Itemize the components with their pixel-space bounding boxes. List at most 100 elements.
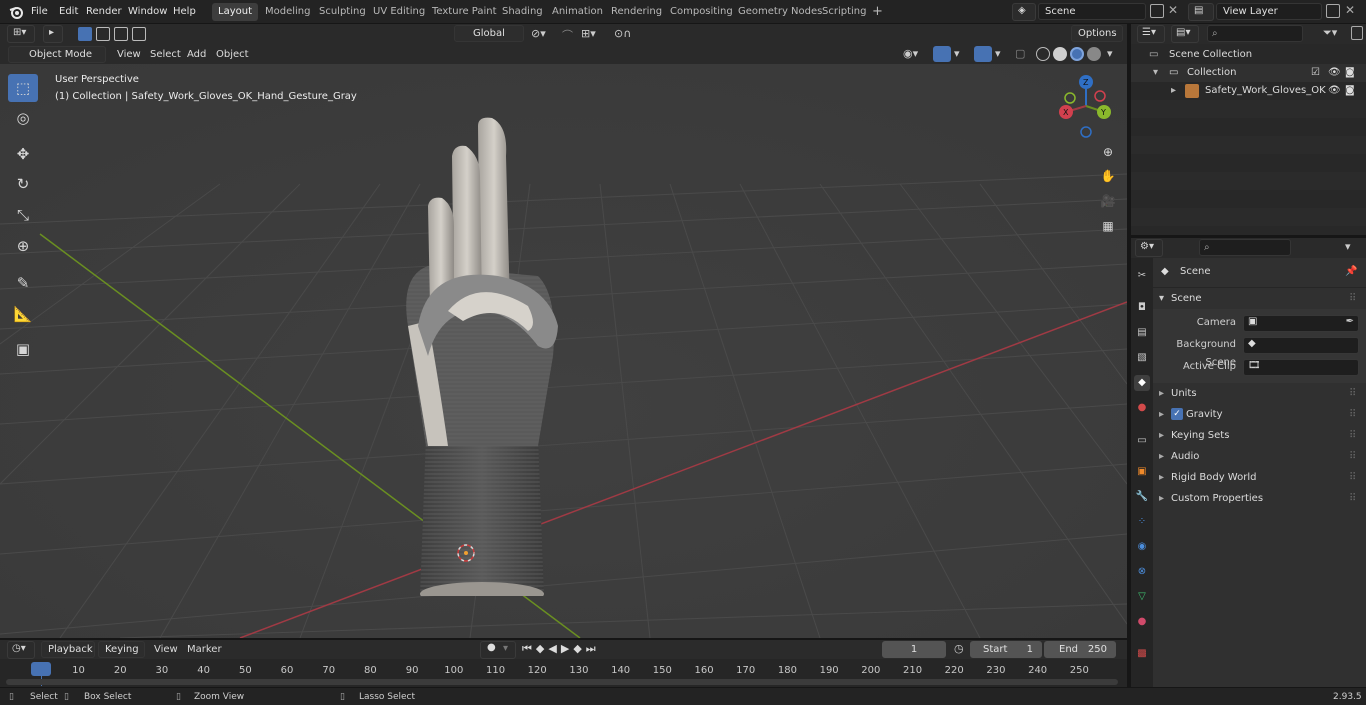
display-mode-icon[interactable]: ▤▾ bbox=[1171, 25, 1199, 43]
playback-menu[interactable]: Playback bbox=[41, 641, 95, 658]
texture-tab-icon[interactable]: ▩ bbox=[1134, 646, 1150, 662]
outliner-collection[interactable]: ▾ ▭ Collection ☑ 👁 ◙ bbox=[1131, 64, 1366, 82]
outliner-object[interactable]: ▸ Safety_Work_Gloves_OK 👁 ◙ bbox=[1131, 82, 1366, 100]
view-layer-name-field[interactable]: View Layer bbox=[1216, 3, 1322, 20]
shading-dropdown-icon[interactable]: ▾ bbox=[1107, 47, 1113, 60]
timeline-scrollbar[interactable] bbox=[6, 679, 1118, 685]
navigation-gizmo[interactable]: Z Y X bbox=[1056, 72, 1116, 142]
view-layer-tab-icon[interactable]: ▧ bbox=[1134, 350, 1150, 366]
tab-scripting[interactable]: Scripting bbox=[816, 3, 872, 21]
delete-scene-icon[interactable]: ✕ bbox=[1168, 3, 1178, 17]
playhead-marker[interactable] bbox=[31, 662, 51, 676]
tab-texture-paint[interactable]: Texture Paint bbox=[426, 3, 503, 21]
transform-tool-icon[interactable]: ⊕ bbox=[8, 232, 38, 260]
pin-icon[interactable]: 📌 bbox=[1345, 263, 1357, 281]
new-scene-icon[interactable] bbox=[1150, 4, 1164, 18]
transform-orientation-dropdown[interactable]: Global bbox=[454, 25, 524, 42]
snap-target-icon[interactable]: ⊞▾ bbox=[581, 27, 596, 40]
active-clip-field[interactable]: 🎞 bbox=[1243, 359, 1359, 376]
move-tool-icon[interactable]: ✥ bbox=[8, 140, 38, 168]
modifier-tab-icon[interactable]: 🔧 bbox=[1134, 489, 1150, 505]
tab-compositing[interactable]: Compositing bbox=[664, 3, 739, 21]
auto-keying-icon[interactable]: ● ▾ bbox=[480, 641, 516, 659]
filter-icon[interactable]: ⏷▾ bbox=[1323, 26, 1337, 40]
snap-icon[interactable]: ⌒ bbox=[562, 27, 573, 43]
rigid-body-world-panel[interactable]: ▸ Rigid Body World ⠿ bbox=[1153, 469, 1366, 487]
eyedropper-icon[interactable]: ✒ bbox=[1346, 316, 1354, 327]
keying-menu[interactable]: Keying bbox=[98, 641, 145, 658]
tab-shading[interactable]: Shading bbox=[496, 3, 549, 21]
properties-options-icon[interactable]: ▾ bbox=[1345, 240, 1351, 253]
3d-cursor-icon[interactable] bbox=[455, 542, 477, 564]
outliner-scene-collection[interactable]: ▭ Scene Collection bbox=[1131, 46, 1366, 64]
tool-tab-icon[interactable]: ✂ bbox=[1134, 268, 1150, 284]
cursor-tool-icon[interactable]: ◎ bbox=[8, 104, 38, 132]
background-scene-field[interactable]: ◆ bbox=[1243, 337, 1359, 354]
constraints-tab-icon[interactable]: ⊗ bbox=[1134, 564, 1150, 580]
view-menu[interactable]: View bbox=[117, 47, 141, 62]
add-workspace-icon[interactable]: + bbox=[866, 3, 889, 21]
options-dropdown[interactable]: Options bbox=[1071, 25, 1123, 42]
start-frame-field[interactable]: Start 1 bbox=[970, 641, 1042, 658]
marker-menu[interactable]: Marker bbox=[187, 642, 222, 657]
timeline-view-menu[interactable]: View bbox=[154, 642, 178, 657]
annotate-tool-icon[interactable]: ✎ bbox=[8, 269, 38, 297]
current-frame-field[interactable]: 1 bbox=[882, 641, 946, 658]
proportional-edit-icon[interactable]: ⊙∩ bbox=[614, 27, 631, 40]
xray-icon[interactable]: ▢ bbox=[1015, 47, 1025, 60]
data-tab-icon[interactable]: ▽ bbox=[1134, 589, 1150, 605]
object-mode-dropdown[interactable]: Object Mode bbox=[8, 46, 106, 63]
end-frame-field[interactable]: End 250 bbox=[1044, 641, 1116, 658]
add-menu[interactable]: Add bbox=[187, 47, 206, 62]
collection-tab-icon[interactable]: ▭ bbox=[1134, 433, 1150, 449]
view-layer-selector-icon[interactable]: ▤ bbox=[1188, 3, 1214, 21]
tab-uv-editing[interactable]: UV Editing bbox=[367, 3, 431, 21]
3d-viewport[interactable]: User Perspective (1) Collection | Safety… bbox=[0, 64, 1127, 638]
shading-mode-buttons[interactable] bbox=[1036, 46, 1106, 63]
menu-file[interactable]: File bbox=[31, 4, 48, 20]
pan-hand-icon[interactable]: ✋ bbox=[1097, 165, 1119, 187]
select-tool-icon[interactable]: ▸ bbox=[43, 25, 63, 43]
camera-view-icon[interactable]: 🎥 bbox=[1097, 190, 1119, 212]
blender-logo-icon[interactable] bbox=[8, 4, 24, 20]
menu-window[interactable]: Window bbox=[128, 4, 167, 20]
scale-tool-icon[interactable]: ⤡ bbox=[8, 201, 38, 229]
timeline-editor-type-icon[interactable]: ◷▾ bbox=[7, 641, 35, 659]
rotate-tool-icon[interactable]: ↻ bbox=[8, 170, 38, 198]
scene-tab-icon[interactable]: ◆ bbox=[1134, 375, 1150, 391]
gizmo-dropdown-icon[interactable]: ▾ bbox=[954, 47, 960, 60]
gravity-checkbox[interactable]: ✓ bbox=[1171, 408, 1183, 420]
menu-edit[interactable]: Edit bbox=[59, 4, 78, 20]
properties-editor-type-icon[interactable]: ⚙▾ bbox=[1135, 239, 1163, 257]
overlays-dropdown-icon[interactable]: ▾ bbox=[995, 47, 1001, 60]
physics-tab-icon[interactable]: ◉ bbox=[1134, 539, 1150, 555]
object-menu[interactable]: Object bbox=[216, 47, 249, 62]
editor-type-icon[interactable]: ⊞▾ bbox=[7, 25, 35, 43]
particles-tab-icon[interactable]: ⁘ bbox=[1134, 514, 1150, 530]
overlays-toggle-icon[interactable] bbox=[974, 46, 992, 62]
material-tab-icon[interactable]: ● bbox=[1134, 614, 1150, 630]
delete-view-layer-icon[interactable]: ✕ bbox=[1345, 3, 1355, 17]
select-box-tool-icon[interactable]: ⬚ bbox=[8, 74, 38, 102]
playback-controls[interactable]: ⏮◆◀▶◆⏭ bbox=[522, 642, 630, 658]
gravity-panel[interactable]: ▸ ✓ Gravity ⠿ bbox=[1153, 406, 1366, 424]
menu-render[interactable]: Render bbox=[86, 4, 122, 20]
keying-sets-panel[interactable]: ▸ Keying Sets ⠿ bbox=[1153, 427, 1366, 445]
custom-properties-panel[interactable]: ▸ Custom Properties ⠿ bbox=[1153, 490, 1366, 508]
scene-panel-header[interactable]: ▾ Scene ⠿ bbox=[1153, 290, 1366, 308]
tab-geometry-nodes[interactable]: Geometry Nodes bbox=[732, 3, 828, 21]
scene-name-field[interactable]: Scene bbox=[1038, 3, 1146, 20]
pivot-point-icon[interactable]: ⊘▾ bbox=[531, 27, 546, 40]
properties-search-input[interactable]: ⌕ bbox=[1199, 239, 1291, 256]
audio-panel[interactable]: ▸ Audio ⠿ bbox=[1153, 448, 1366, 466]
zoom-icon[interactable]: ⊕ bbox=[1097, 141, 1119, 163]
scene-selector-icon[interactable]: ◈ bbox=[1012, 3, 1036, 21]
new-collection-icon[interactable] bbox=[1351, 26, 1363, 40]
add-cube-tool-icon[interactable]: ▣ bbox=[8, 335, 38, 363]
output-tab-icon[interactable]: ▤ bbox=[1134, 325, 1150, 341]
units-panel[interactable]: ▸ Units ⠿ bbox=[1153, 385, 1366, 403]
tab-animation[interactable]: Animation bbox=[546, 3, 609, 21]
select-menu[interactable]: Select bbox=[150, 47, 181, 62]
selection-mode-buttons[interactable] bbox=[78, 27, 160, 42]
preview-range-icon[interactable]: ◷ bbox=[954, 642, 964, 655]
